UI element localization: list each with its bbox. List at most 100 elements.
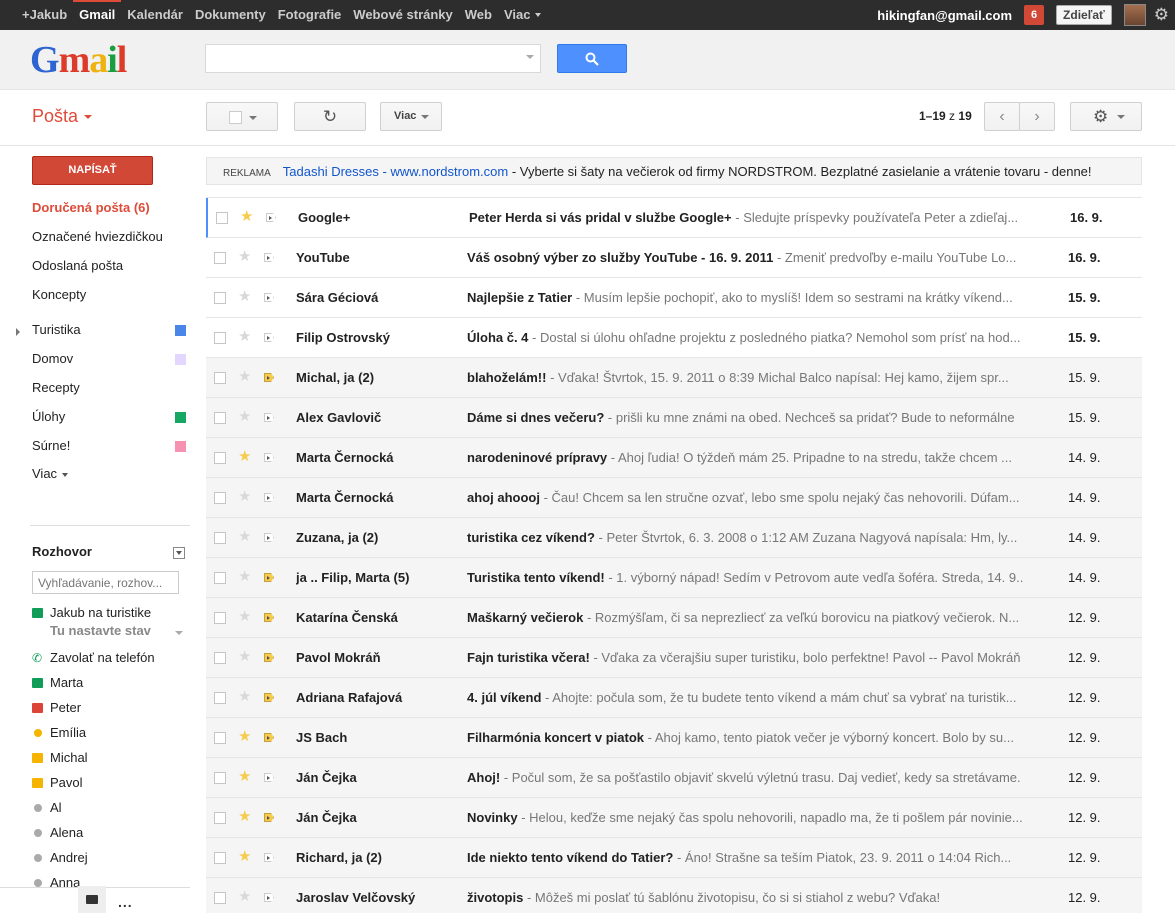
- importance-marker-icon[interactable]: [264, 893, 274, 902]
- topnav-link[interactable]: Fotografie: [272, 0, 348, 30]
- chat-contact[interactable]: Michal: [0, 746, 195, 770]
- topnav-link[interactable]: Dokumenty: [189, 0, 272, 30]
- sidebar-item[interactable]: Označené hviezdičkou: [0, 223, 195, 251]
- older-button[interactable]: ›: [1019, 102, 1055, 131]
- topnav-link[interactable]: Kalendár: [121, 0, 189, 30]
- chat-contact[interactable]: Peter: [0, 696, 195, 720]
- label-color-swatch[interactable]: [175, 325, 186, 336]
- mail-row[interactable]: ★ Ján Čejka Novinky - Helou, keďže sme nej…: [206, 798, 1142, 838]
- star-icon[interactable]: ★: [238, 289, 251, 304]
- importance-marker-icon[interactable]: [266, 213, 276, 222]
- chat-contact[interactable]: Alena: [0, 821, 195, 845]
- more-icon[interactable]: ...: [118, 894, 133, 910]
- search-options-chevron-icon[interactable]: [526, 55, 534, 59]
- status-message[interactable]: Tu nastavte stav: [50, 623, 151, 638]
- mail-row[interactable]: ★ Google+ Peter Herda si vás pridal v služ…: [206, 198, 1142, 238]
- mail-row[interactable]: ★ Adriana Rafajová 4. júl víkend - Ahojte:…: [206, 678, 1142, 718]
- importance-marker-icon[interactable]: [264, 853, 274, 862]
- importance-marker-icon[interactable]: [264, 253, 274, 262]
- row-checkbox[interactable]: [214, 892, 226, 904]
- star-icon[interactable]: ★: [238, 889, 251, 904]
- label-color-swatch[interactable]: [175, 412, 186, 423]
- sidebar-item[interactable]: Úlohy: [0, 403, 195, 431]
- mail-row[interactable]: ★ Ján Čejka Ahoj! - Počul som, že sa pošťa…: [206, 758, 1142, 798]
- select-all-button[interactable]: [206, 102, 278, 131]
- topnav-link[interactable]: Viac: [498, 0, 537, 30]
- chat-options-chevron-icon[interactable]: [173, 547, 185, 559]
- label-color-swatch[interactable]: [175, 354, 186, 365]
- sidebar-item[interactable]: Odoslaná pošta: [0, 252, 195, 280]
- row-checkbox[interactable]: [214, 252, 226, 264]
- mail-row[interactable]: ★ Alex Gavlovič Dáme si dnes večeru? - pri…: [206, 398, 1142, 438]
- mail-row[interactable]: ★ Katarína Čenská Maškarný večierok - Rozm…: [206, 598, 1142, 638]
- row-checkbox[interactable]: [214, 412, 226, 424]
- importance-marker-icon[interactable]: [264, 693, 274, 702]
- star-icon[interactable]: ★: [238, 609, 251, 624]
- mail-menu[interactable]: Pošta: [32, 106, 93, 127]
- gear-icon[interactable]: ⚙: [1154, 5, 1169, 25]
- sidebar-item[interactable]: Domov: [0, 345, 195, 373]
- star-icon[interactable]: ★: [238, 649, 251, 664]
- label-color-swatch[interactable]: [175, 441, 186, 452]
- star-icon[interactable]: ★: [238, 809, 251, 824]
- row-checkbox[interactable]: [214, 852, 226, 864]
- importance-marker-icon[interactable]: [264, 573, 274, 582]
- mail-row[interactable]: ★ Sára Géciová Najlepšie z Tatier - Musím …: [206, 278, 1142, 318]
- gmail-logo[interactable]: Gmail: [30, 38, 127, 82]
- star-icon[interactable]: ★: [238, 769, 251, 784]
- chat-contact[interactable]: Pavol: [0, 771, 195, 795]
- sidebar-item[interactable]: Súrne!: [0, 432, 195, 460]
- chat-search-input[interactable]: [32, 571, 179, 594]
- row-checkbox[interactable]: [214, 492, 226, 504]
- more-actions-button[interactable]: Viac: [380, 102, 442, 131]
- row-checkbox[interactable]: [214, 612, 226, 624]
- sidebar-item[interactable]: Doručená pošta (6): [0, 194, 195, 222]
- mail-row[interactable]: ★ Filip Ostrovský Úloha č. 4 - Dostal si ú…: [206, 318, 1142, 358]
- expand-arrow-icon[interactable]: [16, 328, 20, 336]
- importance-marker-icon[interactable]: [264, 813, 274, 822]
- importance-marker-icon[interactable]: [264, 453, 274, 462]
- mail-row[interactable]: ★ Zuzana, ja (2) turistika cez víkend? - P…: [206, 518, 1142, 558]
- star-icon[interactable]: ★: [238, 529, 251, 544]
- sidebar-item[interactable]: Turistika: [0, 316, 195, 344]
- topnav-link[interactable]: Gmail: [73, 0, 122, 30]
- row-checkbox[interactable]: [214, 732, 226, 744]
- importance-marker-icon[interactable]: [264, 733, 274, 742]
- account-email[interactable]: hikingfan@gmail.com: [877, 8, 1012, 23]
- importance-marker-icon[interactable]: [264, 533, 274, 542]
- status-chevron-down-icon[interactable]: [175, 631, 183, 635]
- newer-button[interactable]: ‹: [984, 102, 1020, 131]
- notifications-badge[interactable]: 6: [1024, 5, 1045, 25]
- star-icon[interactable]: ★: [238, 249, 251, 264]
- row-checkbox[interactable]: [214, 292, 226, 304]
- chat-contact[interactable]: Andrej: [0, 846, 195, 870]
- row-checkbox[interactable]: [216, 212, 228, 224]
- star-icon[interactable]: ★: [238, 329, 251, 344]
- share-button[interactable]: Zdieľať: [1056, 5, 1112, 25]
- topnav-link[interactable]: Webové stránky: [347, 0, 458, 30]
- row-checkbox[interactable]: [214, 652, 226, 664]
- importance-marker-icon[interactable]: [264, 653, 274, 662]
- mail-row[interactable]: ★ YouTube Váš osobný výber zo služby YouTu…: [206, 238, 1142, 278]
- star-icon[interactable]: ★: [238, 449, 251, 464]
- row-checkbox[interactable]: [214, 372, 226, 384]
- star-icon[interactable]: ★: [238, 849, 251, 864]
- call-phone-link[interactable]: ✆ Zavolať na telefón: [0, 646, 195, 670]
- row-checkbox[interactable]: [214, 772, 226, 784]
- chat-bubble-icon[interactable]: [78, 886, 106, 913]
- row-checkbox[interactable]: [214, 692, 226, 704]
- ad-link[interactable]: Tadashi Dresses - www.nordstrom.com: [283, 164, 508, 179]
- topnav-link[interactable]: +Jakub: [0, 0, 73, 30]
- row-checkbox[interactable]: [214, 332, 226, 344]
- star-icon[interactable]: ★: [238, 409, 251, 424]
- importance-marker-icon[interactable]: [264, 333, 274, 342]
- star-icon[interactable]: ★: [238, 489, 251, 504]
- star-icon[interactable]: ★: [238, 569, 251, 584]
- search-input[interactable]: [205, 44, 541, 73]
- topnav-link[interactable]: Web: [459, 0, 498, 30]
- chat-self[interactable]: Jakub na turistike: [0, 601, 195, 625]
- sidebar-item[interactable]: Viac: [0, 460, 195, 488]
- importance-marker-icon[interactable]: [264, 413, 274, 422]
- chat-contact[interactable]: Al: [0, 796, 195, 820]
- sidebar-item[interactable]: Koncepty: [0, 281, 195, 309]
